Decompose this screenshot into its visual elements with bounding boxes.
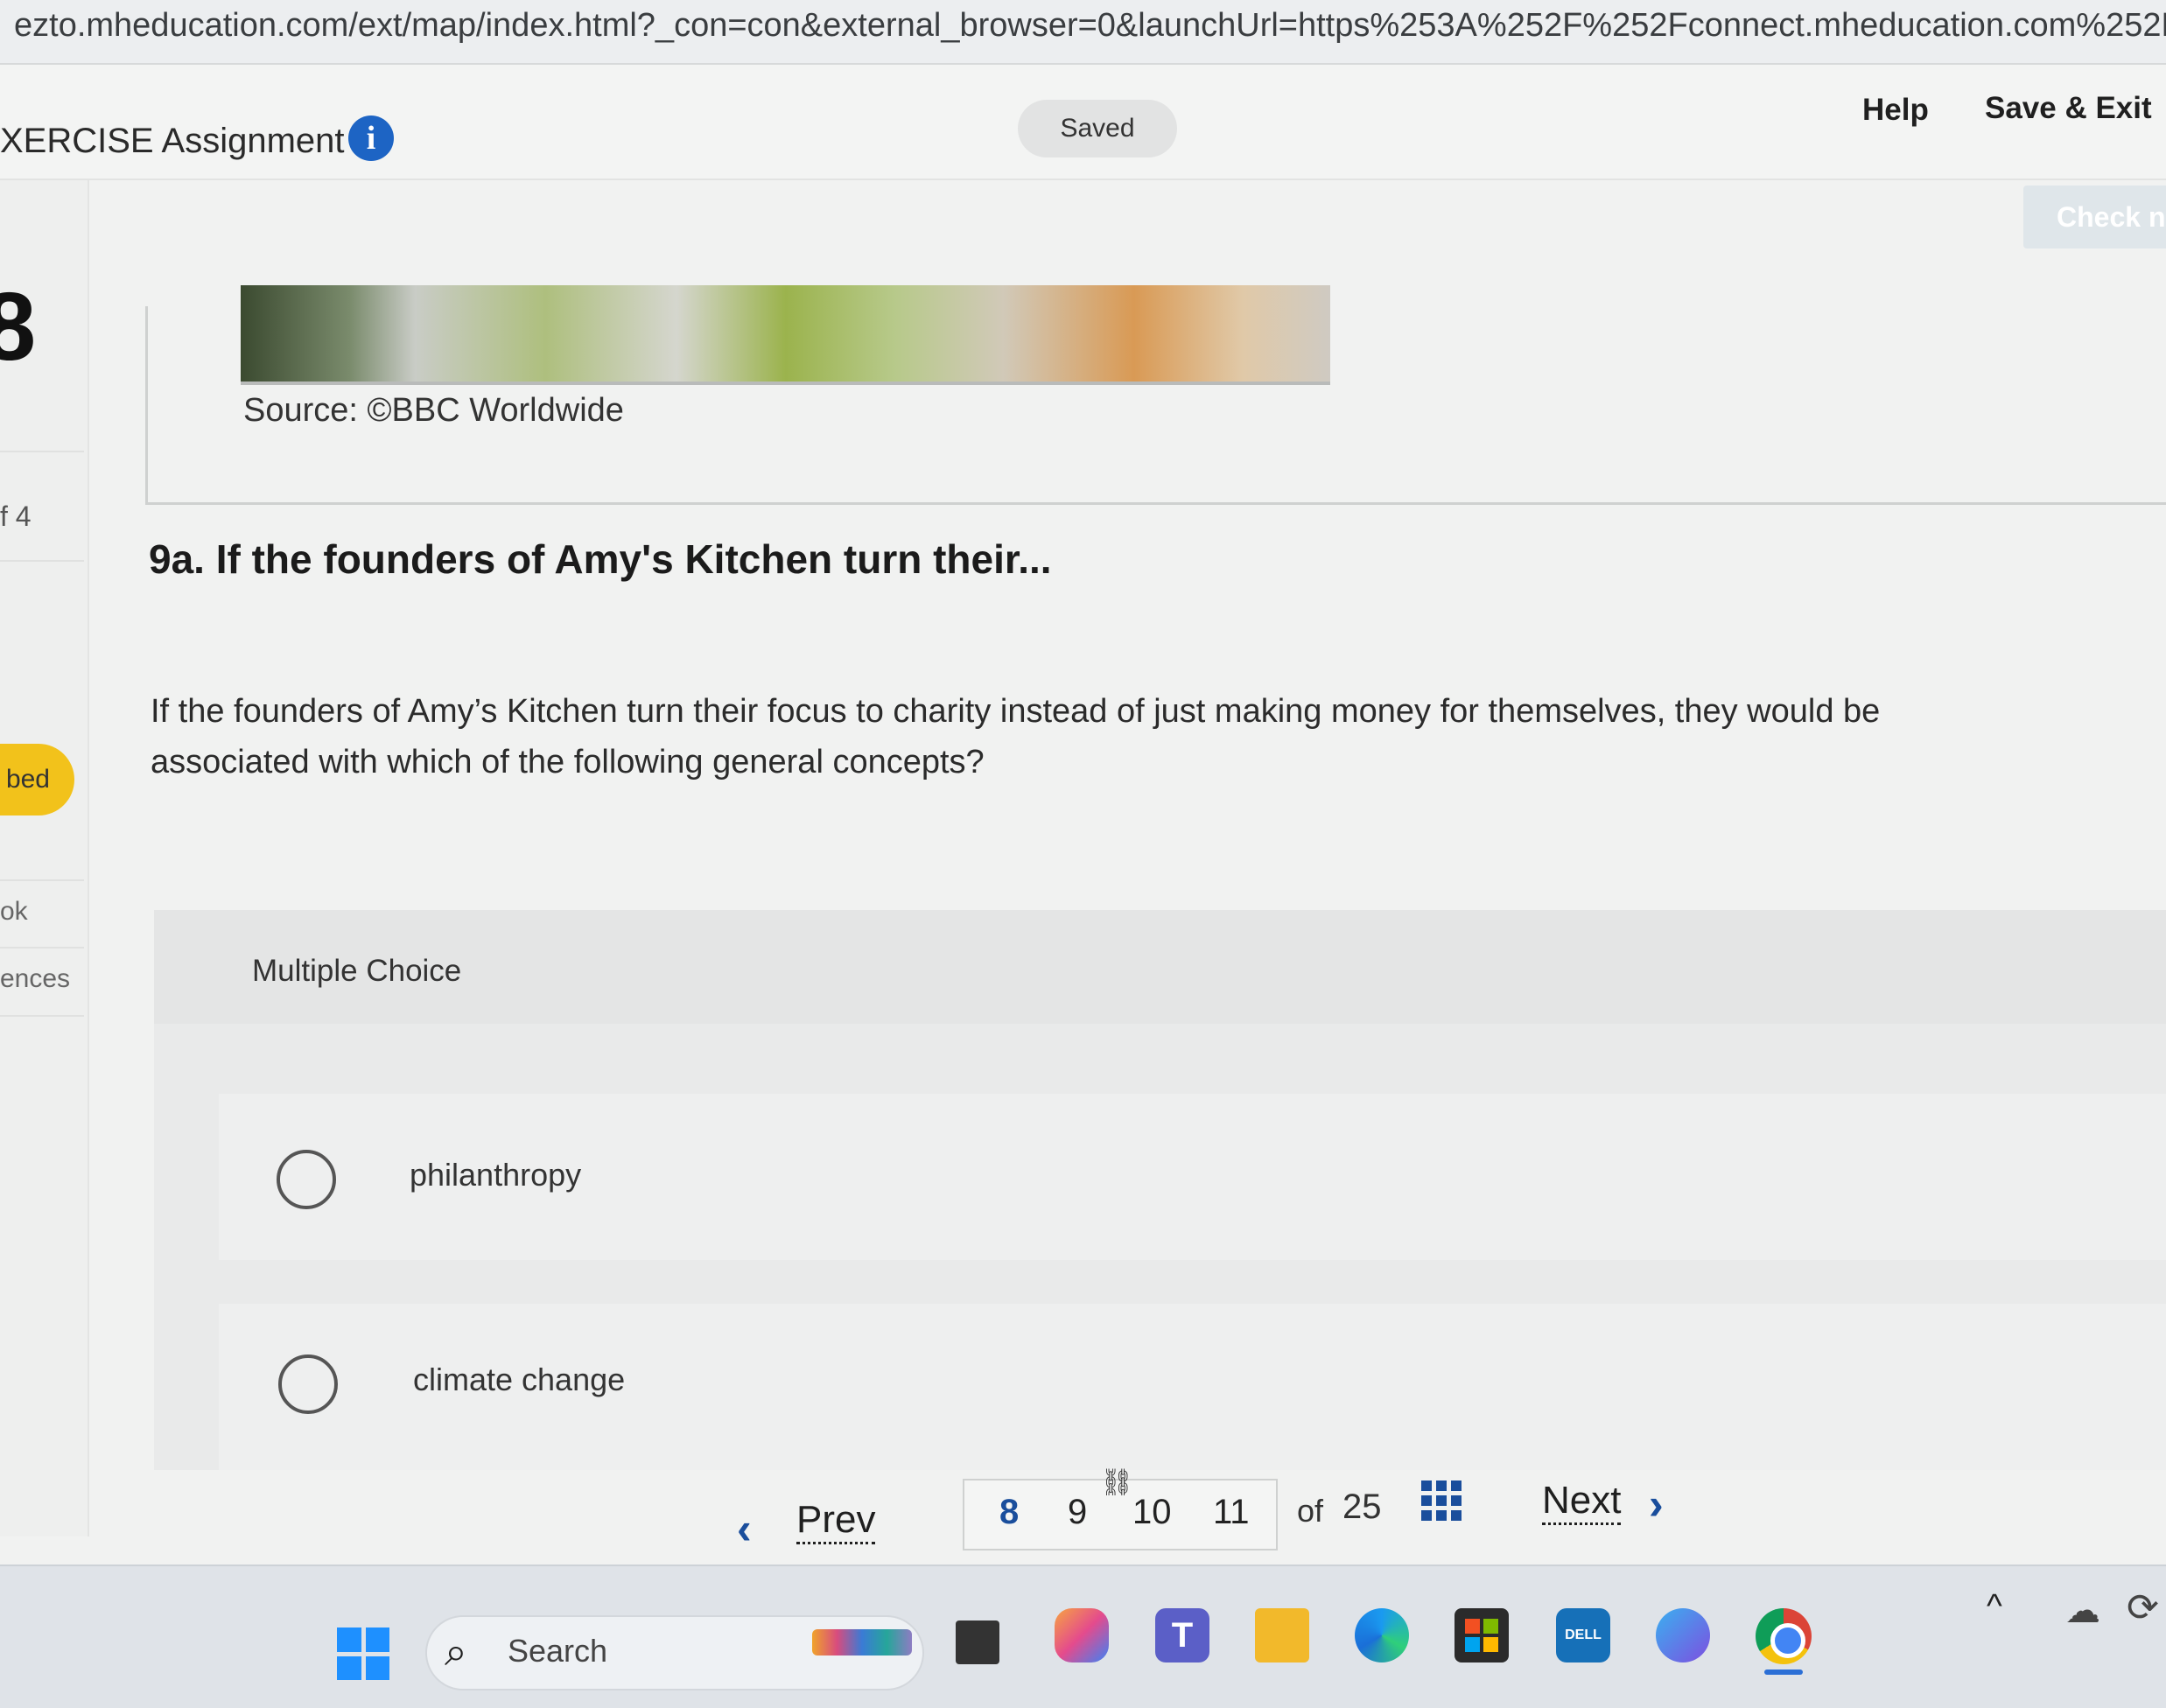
active-app-indicator xyxy=(1764,1670,1803,1675)
browser-url-bar[interactable]: ezto.mheducation.com/ext/map/index.html?… xyxy=(0,0,2166,65)
sidebar-divider xyxy=(0,879,84,881)
chevron-right-icon[interactable]: › xyxy=(1649,1479,1664,1530)
question-title: 9a. If the founders of Amy's Kitchen tur… xyxy=(149,536,1052,582)
chrome-center-icon xyxy=(1770,1623,1805,1658)
answer-type-label: Multiple Choice xyxy=(252,954,462,988)
choice-label[interactable]: philanthropy xyxy=(410,1157,581,1194)
link-icon: ⛓ xyxy=(1100,1468,1134,1497)
assignment-title: XERCISE Assignment xyxy=(0,122,345,160)
choice-radio[interactable] xyxy=(278,1354,338,1414)
sidebar-divider xyxy=(0,1015,84,1017)
prev-button[interactable]: Prev xyxy=(796,1498,876,1544)
sidebar-item-ebook[interactable]: ok xyxy=(0,897,28,927)
video-thumbnail-image xyxy=(241,285,1330,385)
sidebar xyxy=(0,180,89,1536)
assignment-header: XERCISE Assignment i Saved Help Save & E… xyxy=(0,65,2166,180)
choice-label[interactable]: climate change xyxy=(413,1362,625,1398)
microsoft-store-icon[interactable] xyxy=(1455,1608,1509,1662)
question-number: 8 xyxy=(0,273,37,381)
choice-radio[interactable] xyxy=(277,1150,336,1209)
page-number[interactable]: 9 xyxy=(1068,1493,1087,1532)
sidebar-divider xyxy=(0,947,84,948)
sidebar-divider xyxy=(0,451,84,452)
grid-view-icon[interactable] xyxy=(1421,1480,1462,1521)
info-icon[interactable]: i xyxy=(348,116,394,161)
file-explorer-icon[interactable] xyxy=(1255,1608,1309,1662)
attempted-badge: bed xyxy=(0,744,74,816)
sidebar-item-references[interactable]: ences xyxy=(0,964,70,994)
page-total: 25 xyxy=(1342,1488,1382,1526)
task-view-icon[interactable] xyxy=(956,1620,999,1664)
page-number[interactable]: 11 xyxy=(1213,1493,1250,1532)
question-prompt: If the founders of Amy’s Kitchen turn th… xyxy=(151,693,1881,780)
sync-icon[interactable]: ⟳ xyxy=(2127,1586,2159,1630)
check-my-work-button[interactable]: Check n xyxy=(2023,186,2166,248)
windows-start-icon[interactable] xyxy=(337,1628,389,1680)
search-highlight-icon xyxy=(812,1629,912,1656)
saved-status-badge: Saved xyxy=(1018,100,1177,158)
part-count: f 4 xyxy=(0,500,32,532)
page-number[interactable]: 10 xyxy=(1132,1493,1172,1532)
save-exit-link[interactable]: Save & Exit xyxy=(1985,91,2152,126)
taskbar-search-placeholder[interactable]: Search xyxy=(508,1633,607,1670)
teams-icon[interactable]: T xyxy=(1155,1608,1209,1662)
copilot-icon[interactable] xyxy=(1055,1608,1109,1662)
photos-app-icon[interactable] xyxy=(1656,1608,1710,1662)
search-icon[interactable]: ⌕ xyxy=(445,1628,467,1676)
chevron-left-icon[interactable]: ‹ xyxy=(737,1503,752,1554)
dell-app-icon[interactable]: DELL xyxy=(1556,1608,1610,1662)
image-source-caption: Source: ©BBC Worldwide xyxy=(243,392,624,429)
url-text[interactable]: ezto.mheducation.com/ext/map/index.html?… xyxy=(14,7,2166,45)
next-button[interactable]: Next xyxy=(1542,1479,1622,1525)
page-number-current[interactable]: 8 xyxy=(999,1493,1019,1532)
edge-browser-icon[interactable] xyxy=(1355,1608,1409,1662)
help-link[interactable]: Help xyxy=(1862,93,1929,128)
onedrive-cloud-icon[interactable]: ☁ xyxy=(2065,1591,2100,1631)
sidebar-divider xyxy=(0,560,84,562)
chevron-up-icon[interactable]: ^ xyxy=(1987,1588,2002,1626)
page-of-label: of xyxy=(1297,1493,1324,1529)
